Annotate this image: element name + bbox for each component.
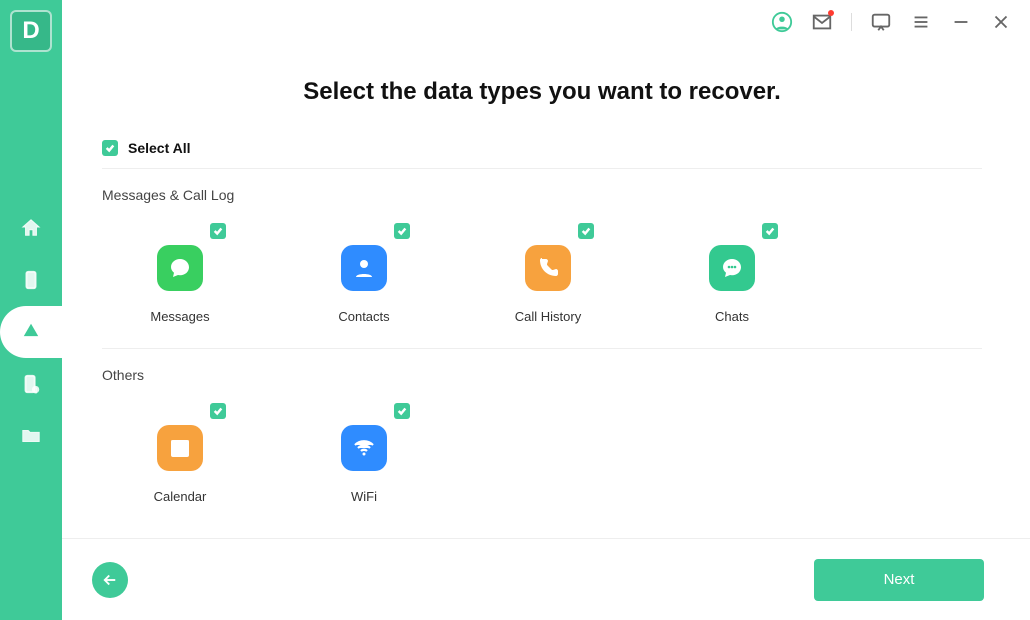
window-controls — [62, 0, 1030, 44]
tile-contacts[interactable]: Contacts — [304, 223, 424, 324]
tile-label: Calendar — [154, 489, 207, 504]
tile-label: Contacts — [338, 309, 389, 324]
wifi-icon — [341, 425, 387, 471]
menu-icon[interactable] — [910, 11, 932, 33]
tile-call-history-checkbox[interactable] — [578, 223, 594, 239]
select-all-checkbox[interactable] — [102, 140, 118, 156]
tile-wifi-checkbox[interactable] — [394, 403, 410, 419]
nav-device[interactable] — [0, 254, 62, 306]
tile-messages-checkbox[interactable] — [210, 223, 226, 239]
section-title-messages: Messages & Call Log — [102, 187, 982, 203]
tile-wifi[interactable]: WiFi — [304, 403, 424, 504]
mail-icon[interactable] — [811, 11, 833, 33]
select-all-label: Select All — [128, 140, 191, 156]
tile-call-history[interactable]: Call History — [488, 223, 608, 324]
tile-contacts-checkbox[interactable] — [394, 223, 410, 239]
back-button[interactable] — [92, 562, 128, 598]
sidebar: D ! — [0, 0, 62, 620]
nav-device-alert[interactable]: ! — [0, 358, 62, 410]
minimize-button[interactable] — [950, 11, 972, 33]
divider — [102, 348, 982, 349]
tile-calendar[interactable]: Calendar — [120, 403, 240, 504]
chat-dots-icon — [709, 245, 755, 291]
next-button[interactable]: Next — [814, 559, 984, 601]
tile-chats[interactable]: Chats — [672, 223, 792, 324]
tile-label: Call History — [515, 309, 581, 324]
tile-label: Chats — [715, 309, 749, 324]
page-title: Select the data types you want to recove… — [102, 78, 982, 106]
feedback-icon[interactable] — [870, 11, 892, 33]
notification-dot — [828, 10, 834, 16]
phone-icon — [525, 245, 571, 291]
separator — [851, 13, 852, 31]
nav-cloud[interactable] — [0, 306, 62, 358]
section-title-others: Others — [102, 367, 982, 383]
nav-folder[interactable] — [0, 410, 62, 462]
nav-home[interactable] — [0, 202, 62, 254]
person-icon — [341, 245, 387, 291]
speech-bubble-icon — [157, 245, 203, 291]
tile-chats-checkbox[interactable] — [762, 223, 778, 239]
account-icon[interactable] — [771, 11, 793, 33]
tile-calendar-checkbox[interactable] — [210, 403, 226, 419]
app-logo: D — [10, 10, 52, 52]
tile-messages[interactable]: Messages — [120, 223, 240, 324]
tile-label: Messages — [150, 309, 209, 324]
tile-label: WiFi — [351, 489, 377, 504]
calendar-icon — [157, 425, 203, 471]
close-button[interactable] — [990, 11, 1012, 33]
